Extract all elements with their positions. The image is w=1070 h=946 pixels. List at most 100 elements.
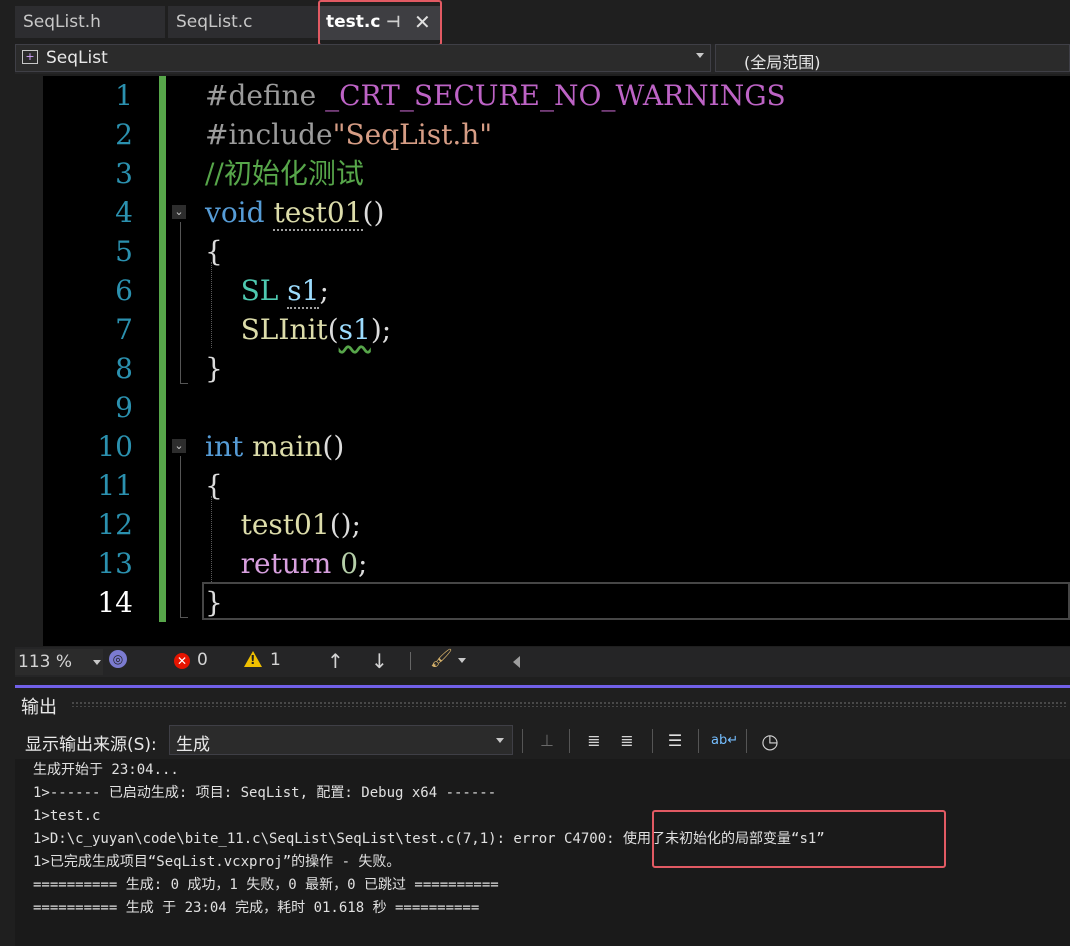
- clear-all-icon[interactable]: ☰: [663, 729, 687, 753]
- panel-title: 输出: [21, 697, 57, 718]
- line-number-current: 14: [97, 586, 133, 619]
- line-number: 8: [115, 352, 133, 385]
- output-text-area[interactable]: 生成开始于 23:04... 1>------ 已启动生成: 项目: SeqLi…: [15, 759, 1070, 946]
- collapse-toggle-icon[interactable]: ⌄: [172, 439, 186, 453]
- output-panel: 输出 显示输出来源(S): 生成 ⊥ ≣ ≣ ☰ ab↵ ◷ 生成开始于 23:…: [15, 685, 1070, 946]
- code-editor[interactable]: 1 2 3 4 5 6 7 8 9 10 11 12 13 14 ⌄ ⌄ #de…: [43, 76, 1070, 646]
- chevron-down-icon[interactable]: [458, 658, 466, 663]
- code-line-13: return 0;: [205, 544, 368, 583]
- variable-name-warning[interactable]: s1: [339, 313, 371, 346]
- output-line: 生成开始于 23:04...: [33, 762, 179, 778]
- navigation-bar: + SeqList (全局范围): [15, 44, 1070, 74]
- code-line-5: {: [205, 232, 223, 271]
- code-line-12: test01();: [205, 505, 361, 544]
- output-line: 1>------ 已启动生成: 项目: SeqList, 配置: Debug x…: [33, 785, 497, 801]
- punctuation: ;: [319, 274, 329, 307]
- line-number: 13: [97, 547, 133, 580]
- previous-message-icon[interactable]: ≣: [582, 729, 606, 753]
- separator: [569, 729, 570, 753]
- comment: //初始化测试: [205, 157, 364, 190]
- document-tab-bar: SeqList.h SeqList.c test.c ⊣ ✕: [0, 0, 1070, 42]
- panel-drag-grip[interactable]: [71, 701, 1066, 707]
- keyword: int: [205, 430, 244, 463]
- project-scope-dropdown[interactable]: + SeqList: [15, 44, 711, 72]
- output-line: ========== 生成 于 23:04 完成，耗时 01.618 秒 ===…: [33, 900, 480, 916]
- tab-label: test.c: [326, 12, 381, 32]
- separator: [698, 729, 699, 753]
- code-line-10: int main(): [205, 427, 344, 466]
- next-message-icon[interactable]: ≣: [615, 729, 639, 753]
- error-icon[interactable]: ✕: [174, 653, 190, 669]
- pin-icon[interactable]: ⊣: [386, 6, 401, 38]
- function-name: test01: [273, 196, 363, 231]
- type-name: SL: [240, 274, 279, 307]
- collapse-toggle-icon[interactable]: ⌄: [172, 205, 186, 219]
- fold-guide: [180, 456, 181, 618]
- word-wrap-icon[interactable]: ab↵: [711, 729, 738, 753]
- line-number: 10: [97, 430, 133, 463]
- punctuation: (: [327, 313, 339, 346]
- number-literal: 0: [340, 547, 359, 580]
- close-icon[interactable]: ✕: [414, 6, 431, 38]
- code-line-7: SLInit(s1);: [205, 310, 392, 349]
- chevron-down-icon: [696, 53, 704, 58]
- macro-name: _CRT_SECURE_NO_WARNINGS: [316, 79, 786, 112]
- zoom-dropdown[interactable]: 113 %: [15, 649, 103, 675]
- project-scope-label: SeqList: [46, 48, 108, 68]
- previous-issue-arrow-icon[interactable]: ↑: [327, 649, 344, 673]
- function-name: test01: [240, 508, 330, 541]
- error-count[interactable]: 0: [197, 650, 208, 670]
- line-number: 3: [115, 157, 133, 190]
- tab-seqlist-c[interactable]: SeqList.c: [168, 6, 318, 38]
- output-source-dropdown[interactable]: 生成: [169, 725, 513, 755]
- keyword: return: [240, 547, 332, 580]
- tab-seqlist-h[interactable]: SeqList.h: [15, 6, 165, 38]
- output-line: ========== 生成: 0 成功，1 失败，0 最新，0 已跳过 ====…: [33, 877, 499, 893]
- clock-icon[interactable]: ◷: [758, 729, 782, 753]
- left-edge-strip: [0, 44, 14, 684]
- code-line-8: }: [205, 349, 223, 388]
- separator: [652, 729, 653, 753]
- code-line-3: //初始化测试: [205, 154, 364, 193]
- warning-count[interactable]: 1: [270, 650, 281, 670]
- tab-label: SeqList.h: [23, 12, 101, 32]
- line-number: 7: [115, 313, 133, 346]
- output-source-value: 生成: [176, 735, 210, 755]
- brace: }: [205, 586, 223, 619]
- next-issue-arrow-icon[interactable]: ↓: [371, 649, 388, 673]
- function-name: SLInit: [240, 313, 328, 346]
- brace: }: [205, 352, 223, 385]
- preprocessor-directive: #define: [205, 79, 317, 112]
- tab-label: SeqList.c: [176, 12, 253, 32]
- output-line-error: 1>D:\c_yuyan\code\bite_11.c\SeqList\SeqL…: [33, 831, 825, 847]
- fold-guide-end: [180, 617, 188, 618]
- code-cleanup-brush-icon[interactable]: 🖌: [430, 648, 453, 669]
- member-scope-dropdown[interactable]: (全局范围): [715, 44, 1070, 72]
- find-message-in-code-icon[interactable]: ⊥: [535, 729, 559, 753]
- separator: [746, 729, 747, 753]
- current-line-highlight: [202, 582, 1070, 620]
- separator: [522, 729, 523, 753]
- code-line-1: #define _CRT_SECURE_NO_WARNINGS: [205, 76, 786, 115]
- fold-guide: [180, 222, 181, 384]
- tab-test-c[interactable]: test.c ⊣ ✕: [318, 6, 442, 40]
- code-health-icon[interactable]: ◎: [109, 650, 127, 668]
- line-number: 4: [115, 196, 133, 229]
- punctuation: );: [370, 313, 392, 346]
- preprocessor-directive: #include: [205, 118, 333, 151]
- punctuation: (): [322, 430, 345, 463]
- member-scope-label: (全局范围): [744, 53, 821, 72]
- scroll-left-icon[interactable]: [513, 656, 520, 668]
- chevron-down-icon: [93, 660, 101, 665]
- output-line: 1>test.c: [33, 808, 101, 824]
- line-number: 2: [115, 118, 133, 151]
- code-line-6: SL s1;: [205, 271, 329, 310]
- output-source-label: 显示输出来源(S):: [25, 735, 157, 755]
- punctuation: ;: [358, 547, 368, 580]
- line-number: 1: [115, 79, 133, 112]
- fold-guide-end: [180, 383, 188, 384]
- code-line-2: #include"SeqList.h": [205, 115, 492, 154]
- change-tracking-bar: [159, 76, 166, 622]
- separator: [410, 652, 411, 670]
- zoom-level: 113 %: [18, 652, 73, 672]
